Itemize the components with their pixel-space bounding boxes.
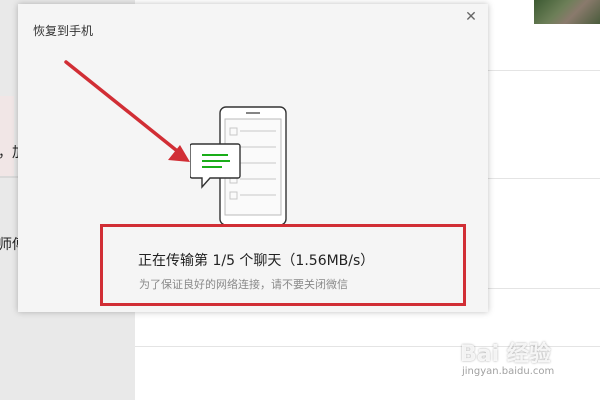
annotation-highlight-box [100,224,466,306]
baidu-watermark-url: jingyan.baidu.com [462,366,555,377]
baidu-watermark-logo: Bai 经验 [460,342,551,367]
